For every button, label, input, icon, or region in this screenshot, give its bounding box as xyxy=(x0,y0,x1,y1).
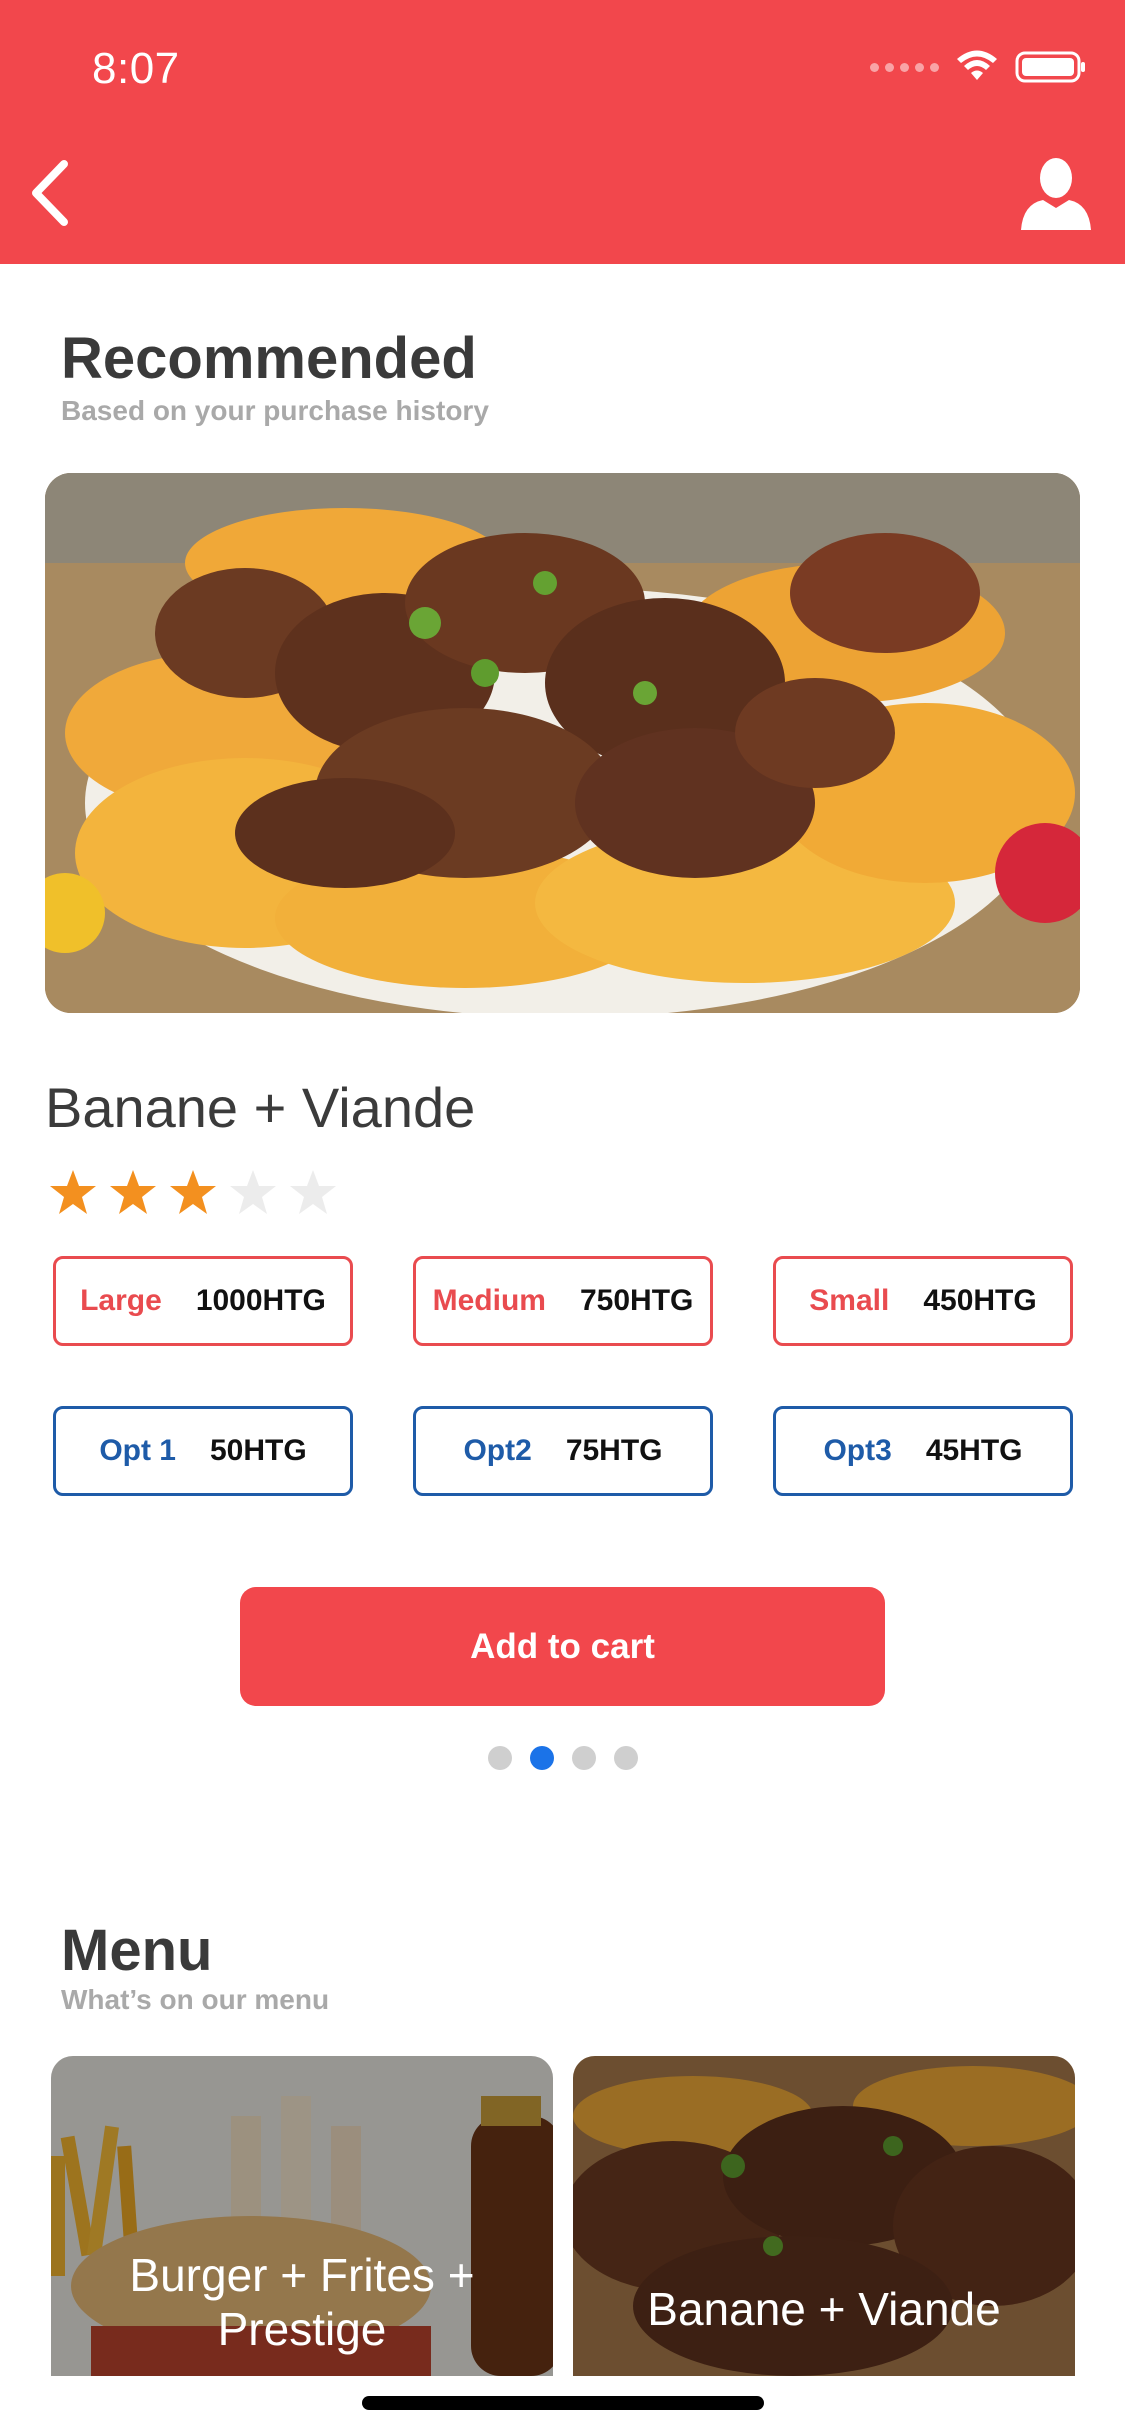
pager-dot[interactable] xyxy=(572,1746,596,1770)
chevron-left-icon xyxy=(32,160,68,226)
back-button[interactable] xyxy=(24,158,76,228)
star-filled-icon xyxy=(110,1170,156,1214)
signal-icon xyxy=(870,62,939,72)
size-price: 750HTG xyxy=(579,1284,694,1317)
profile-button[interactable] xyxy=(1017,154,1095,232)
app-header: 8:07 xyxy=(0,0,1125,264)
size-price: 450HTG xyxy=(923,1284,1037,1317)
option-1-button[interactable]: Opt 1 50HTG xyxy=(53,1406,353,1496)
star-filled-icon xyxy=(50,1170,96,1214)
rating-stars xyxy=(48,1168,338,1216)
option-price: 45HTG xyxy=(925,1434,1023,1467)
menu-card-title: Burger + Frites + Prestige xyxy=(129,2249,475,2355)
size-large-button[interactable]: Large 1000HTG xyxy=(53,1256,353,1346)
wifi-icon xyxy=(957,50,997,80)
option-label: Opt 1 xyxy=(99,1434,176,1467)
status-icons xyxy=(870,50,1087,84)
item-name: Banane + Viande xyxy=(45,1076,476,1139)
option-2-button[interactable]: Opt2 75HTG xyxy=(413,1406,713,1496)
menu-card[interactable]: Burger + Frites + Prestige xyxy=(51,2056,553,2376)
food-illustration xyxy=(45,473,1080,1013)
size-medium-button[interactable]: Medium 750HTG xyxy=(413,1256,713,1346)
food-photo[interactable] xyxy=(45,473,1080,1013)
option-label: Opt2 xyxy=(463,1434,532,1467)
menu-card[interactable]: Banane + Viande xyxy=(573,2056,1075,2376)
option-price: 75HTG xyxy=(565,1434,663,1467)
recommended-subtitle: Based on your purchase history xyxy=(61,395,489,426)
menu-subtitle: What’s on our menu xyxy=(61,1984,330,2015)
star-filled-icon xyxy=(170,1170,216,1214)
option-3-button[interactable]: Opt3 45HTG xyxy=(773,1406,1073,1496)
pager-dot-active[interactable] xyxy=(530,1746,554,1770)
status-time: 8:07 xyxy=(92,44,180,93)
star-empty-icon xyxy=(290,1170,336,1214)
option-price: 50HTG xyxy=(209,1434,307,1467)
battery-icon xyxy=(1015,51,1085,83)
size-label: Medium xyxy=(432,1284,546,1317)
pager-dot[interactable] xyxy=(488,1746,512,1770)
size-label: Small xyxy=(809,1284,890,1317)
screen: 8:07 Recommended Based on your purchase … xyxy=(0,0,1125,2436)
pager-dot[interactable] xyxy=(614,1746,638,1770)
carousel-pager[interactable] xyxy=(488,1746,638,1770)
recommended-title: Recommended xyxy=(61,326,477,391)
size-price: 1000HTG xyxy=(195,1284,326,1317)
size-label: Large xyxy=(80,1284,162,1317)
home-indicator[interactable] xyxy=(362,2396,764,2410)
user-icon xyxy=(1021,158,1091,230)
add-to-cart-button[interactable]: Add to cart xyxy=(240,1587,885,1706)
menu-card-title: Banane + Viande xyxy=(647,2283,1001,2335)
option-label: Opt3 xyxy=(823,1434,892,1467)
star-empty-icon xyxy=(230,1170,276,1214)
size-small-button[interactable]: Small 450HTG xyxy=(773,1256,1073,1346)
menu-title: Menu xyxy=(61,1918,213,1983)
